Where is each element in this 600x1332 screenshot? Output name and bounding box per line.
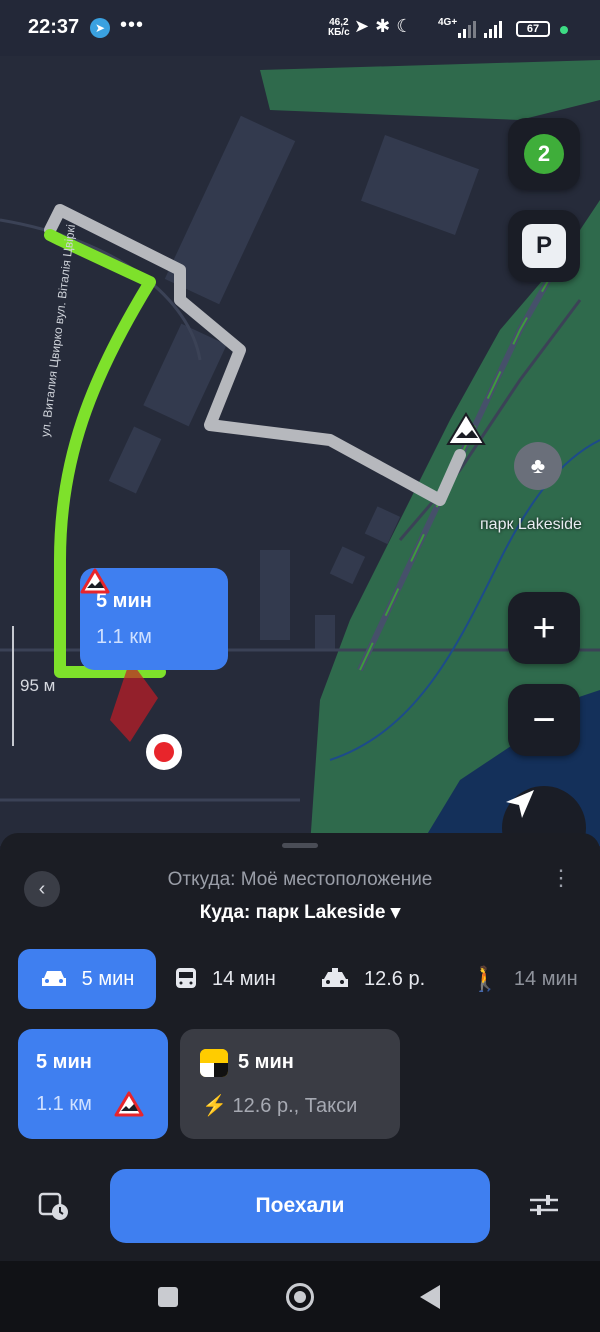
moon-icon: ☾: [396, 16, 413, 36]
mode-taxi-label: 12.6 р.: [364, 967, 426, 990]
navigation-arrow-icon: [506, 790, 534, 818]
traffic-button[interactable]: 2: [508, 118, 580, 190]
route-info-bubble[interactable]: 5 мин 1.1 км: [80, 568, 228, 670]
recent-apps-button[interactable]: [158, 1287, 178, 1307]
mode-walk-label: 14 мин: [513, 967, 578, 990]
home-button[interactable]: [286, 1283, 314, 1311]
destination-pin-icon[interactable]: [146, 734, 182, 770]
route-distance: 1.1 км: [96, 626, 152, 648]
route-panel: ‹ Откуда: Моё местоположение Куда: парк …: [0, 833, 600, 1261]
status-bar: 22:37 ➤ ••• 46,2 КБ/с ➤ ✱ ☾ 4G+ 67: [0, 0, 600, 56]
mode-bus-label: 14 мин: [212, 967, 276, 990]
more-notifications-icon: •••: [120, 14, 145, 36]
route-settings-button[interactable]: [528, 1191, 560, 1226]
taxi-icon: [322, 968, 348, 987]
location-arrow-icon: ➤: [354, 16, 370, 36]
taxi-option-card[interactable]: 5 мин ⚡ 12.6 р., Такси: [180, 1029, 400, 1139]
parking-button[interactable]: P: [508, 210, 580, 282]
sliders-icon: [530, 1195, 558, 1215]
road-warning-icon: [114, 1091, 144, 1117]
zoom-in-button[interactable]: +: [508, 592, 580, 664]
park-label[interactable]: парк Lakeside: [480, 516, 582, 534]
yandex-taxi-logo-icon: [200, 1049, 228, 1077]
sheet-handle[interactable]: [282, 843, 318, 848]
clock-calendar-icon: [38, 1192, 68, 1220]
network-speed: 46,2 КБ/с: [328, 18, 350, 38]
zoom-out-button[interactable]: −: [508, 684, 580, 756]
battery-level: 67: [516, 21, 550, 37]
taxi-option-time: 5 мин: [238, 1051, 294, 1073]
mode-taxi-tab[interactable]: 12.6 р.: [320, 949, 425, 1009]
mode-bus-tab[interactable]: 14 мин: [174, 949, 276, 1009]
mode-car-tab[interactable]: 5 мин: [18, 949, 156, 1009]
start-navigation-button[interactable]: Поехали: [110, 1169, 490, 1243]
scale-bar: [12, 626, 14, 746]
route-option-card[interactable]: 5 мин 1.1 км: [18, 1029, 168, 1139]
bluetooth-icon: ✱: [375, 16, 391, 36]
route-from[interactable]: Откуда: Моё местоположение: [0, 869, 600, 891]
route-option-distance: 1.1 км: [36, 1093, 92, 1115]
bus-icon: [176, 968, 196, 988]
schedule-time-button[interactable]: [38, 1191, 70, 1228]
more-options-button[interactable]: ⋮: [550, 867, 572, 889]
signal-bars-icon: [458, 20, 476, 38]
network-type: 4G+: [438, 17, 458, 28]
route-to[interactable]: Куда: парк Lakeside ▾: [0, 901, 600, 924]
signal-bars-icon: [484, 20, 502, 38]
status-icons: ➤ ✱ ☾: [354, 16, 412, 37]
taxi-option-price: ⚡ 12.6 р., Такси: [202, 1095, 358, 1117]
walk-icon: 🚶: [470, 965, 500, 993]
mode-car-label: 5 мин: [81, 967, 135, 990]
tree-icon[interactable]: ♣: [514, 442, 562, 490]
road-warning-icon: [80, 568, 110, 594]
status-time: 22:37: [28, 16, 80, 38]
traffic-level-badge: 2: [524, 134, 564, 174]
network-speed-unit: КБ/с: [328, 27, 350, 38]
parking-icon: P: [522, 224, 566, 268]
back-nav-button[interactable]: [420, 1285, 440, 1309]
telegram-icon: ➤: [90, 18, 110, 38]
car-icon: [41, 971, 66, 986]
map-view[interactable]: ул. Виталия Цвирко вул. Віталія Цвіркі 9…: [0, 56, 600, 846]
system-nav-bar: [0, 1261, 600, 1332]
privacy-indicator-icon: [560, 26, 568, 34]
scale-label: 95 м: [20, 676, 56, 695]
route-option-time: 5 мин: [36, 1051, 92, 1073]
mode-walk-tab[interactable]: 🚶 14 мин: [470, 949, 578, 1009]
